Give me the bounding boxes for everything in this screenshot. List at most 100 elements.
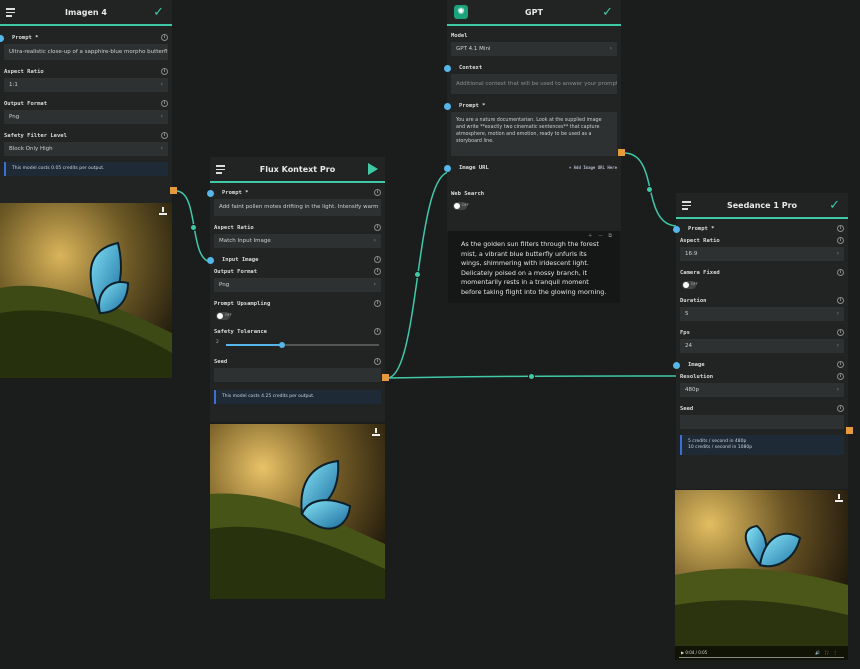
add-image-url-button[interactable]: + Add Image URL Here <box>569 162 617 174</box>
safety-filter-select[interactable]: Block Only High › <box>4 142 168 156</box>
info-icon[interactable]: i <box>837 329 844 336</box>
download-icon[interactable] <box>159 207 167 215</box>
output-format-select[interactable]: Png › <box>214 278 381 292</box>
info-icon[interactable]: i <box>161 100 168 107</box>
input-port-icon[interactable] <box>444 103 451 110</box>
info-icon[interactable]: i <box>374 256 381 263</box>
info-icon[interactable]: i <box>837 373 844 380</box>
seed-input[interactable] <box>680 415 844 429</box>
imagen-output-image <box>0 203 172 378</box>
cost-note: This model costs 4.25 credits per output… <box>214 390 381 404</box>
resolution-select[interactable]: 480p › <box>680 383 844 397</box>
prompt-textarea[interactable]: You are a nature documentarian. Look at … <box>451 112 617 156</box>
wire-midpoint[interactable] <box>646 186 653 193</box>
input-port-icon[interactable] <box>0 35 4 42</box>
model-select[interactable]: GPT 4.1 Mini › <box>451 42 617 56</box>
menu-icon[interactable] <box>216 165 225 174</box>
slider-knob[interactable] <box>279 342 285 348</box>
input-port-icon[interactable] <box>673 226 680 233</box>
context-input[interactable]: Additional context that will be used to … <box>451 74 617 94</box>
aspect-ratio-select[interactable]: 16:9 › <box>680 247 844 261</box>
info-icon[interactable]: i <box>837 237 844 244</box>
input-port-icon[interactable] <box>444 165 451 172</box>
cost-note: This model costs 0.05 credits per output… <box>4 162 168 176</box>
info-icon[interactable]: i <box>837 405 844 412</box>
output-port[interactable] <box>846 427 853 434</box>
gpt-output-text: + — ⧉ As the golden sun filters through … <box>448 231 620 303</box>
info-icon[interactable]: i <box>374 224 381 231</box>
duration-label: Duration i <box>676 295 848 307</box>
info-icon[interactable]: i <box>374 189 381 196</box>
input-port-icon[interactable] <box>673 362 680 369</box>
slider-fill <box>226 344 281 346</box>
info-icon[interactable]: i <box>374 328 381 335</box>
prompt-upsampling-toggle[interactable]: OFF <box>216 312 232 320</box>
gpt-node[interactable]: ✺ GPT ✓ Model GPT 4.1 Mini › Context Addi… <box>444 0 621 231</box>
safety-tolerance-slider[interactable]: 2 <box>216 340 379 350</box>
seed-input[interactable] <box>214 368 381 382</box>
checkmark-icon: ✓ <box>153 5 164 20</box>
info-icon[interactable]: i <box>837 269 844 276</box>
video-progress-bar[interactable] <box>679 656 844 658</box>
output-tools-icons[interactable]: + — ⧉ <box>588 232 614 242</box>
input-port-icon[interactable] <box>207 257 214 264</box>
wire-midpoint[interactable] <box>528 373 535 380</box>
camera-fixed-toggle[interactable]: OFF <box>682 281 698 289</box>
aspect-ratio-select[interactable]: 1:1 › <box>4 78 168 92</box>
duration-select[interactable]: 5 › <box>680 307 844 321</box>
output-port[interactable] <box>618 149 625 156</box>
output-port[interactable] <box>170 187 177 194</box>
wire-midpoint[interactable] <box>190 224 197 231</box>
node-header[interactable]: Imagen 4 ✓ <box>0 0 172 26</box>
input-image-label: Input Image i <box>207 254 385 266</box>
info-icon[interactable]: i <box>161 68 168 75</box>
chevron-right-icon: › <box>373 281 376 288</box>
output-format-select[interactable]: Png › <box>4 110 168 124</box>
download-icon[interactable] <box>835 494 843 502</box>
node-header[interactable]: ✺ GPT ✓ <box>447 0 621 26</box>
chevron-right-icon: › <box>160 81 163 88</box>
seed-label: Seed i <box>676 403 848 415</box>
output-format-label: Output Format i <box>0 98 172 110</box>
slider-value: 2 <box>216 340 219 345</box>
play-icon[interactable] <box>368 163 378 175</box>
info-icon[interactable]: i <box>374 300 381 307</box>
cost-note: 5 credits / second in 480p 10 credits / s… <box>680 435 844 455</box>
node-title: Flux Kontext Pro <box>259 164 336 174</box>
node-header[interactable]: Flux Kontext Pro <box>210 157 385 183</box>
info-icon[interactable]: i <box>374 358 381 365</box>
seedance-output-video[interactable]: ▶ 0:04 / 0:05 🔊⛶⋮ <box>675 490 848 660</box>
download-icon[interactable] <box>372 428 380 436</box>
output-port[interactable] <box>382 374 389 381</box>
menu-icon[interactable] <box>6 8 15 17</box>
info-icon[interactable]: i <box>837 297 844 304</box>
wire-midpoint[interactable] <box>414 271 421 278</box>
web-search-toggle[interactable]: OFF <box>453 202 469 210</box>
info-icon[interactable]: i <box>837 225 844 232</box>
info-icon[interactable]: i <box>837 361 844 368</box>
input-port-icon[interactable] <box>444 65 451 72</box>
fps-select[interactable]: 24 › <box>680 339 844 353</box>
aspect-ratio-select[interactable]: Match Input Image › <box>214 234 381 248</box>
checkmark-icon: ✓ <box>602 5 613 20</box>
web-search-label: Web Search <box>451 191 485 197</box>
info-icon[interactable]: i <box>161 34 168 41</box>
info-icon[interactable]: i <box>161 132 168 139</box>
image-label: Image i <box>673 359 848 371</box>
prompt-input[interactable]: Ultra-realistic close-up of a sapphire-b… <box>4 44 168 60</box>
seedance-node[interactable]: Seedance 1 Pro ✓ Prompt * i Aspect Ratio i… <box>673 193 848 489</box>
fps-label: Fps i <box>676 327 848 339</box>
chevron-right-icon: › <box>836 386 839 393</box>
flux-node[interactable]: Flux Kontext Pro Prompt * i Add faint pol… <box>207 157 385 422</box>
input-port-icon[interactable] <box>207 190 214 197</box>
node-header[interactable]: Seedance 1 Pro ✓ <box>676 193 848 219</box>
chevron-right-icon: › <box>373 237 376 244</box>
prompt-label: Prompt * <box>444 100 621 112</box>
node-title: GPT <box>525 7 543 17</box>
node-title: Imagen 4 <box>65 7 107 17</box>
info-icon[interactable]: i <box>374 268 381 275</box>
prompt-input[interactable]: Add faint pollen motes drifting in the l… <box>214 199 381 216</box>
imagen-node[interactable]: Imagen 4 ✓ Prompt * i Ultra-realistic clo… <box>0 0 172 203</box>
video-controls[interactable]: ▶ 0:04 / 0:05 🔊⛶⋮ <box>675 646 848 660</box>
menu-icon[interactable] <box>682 201 691 210</box>
